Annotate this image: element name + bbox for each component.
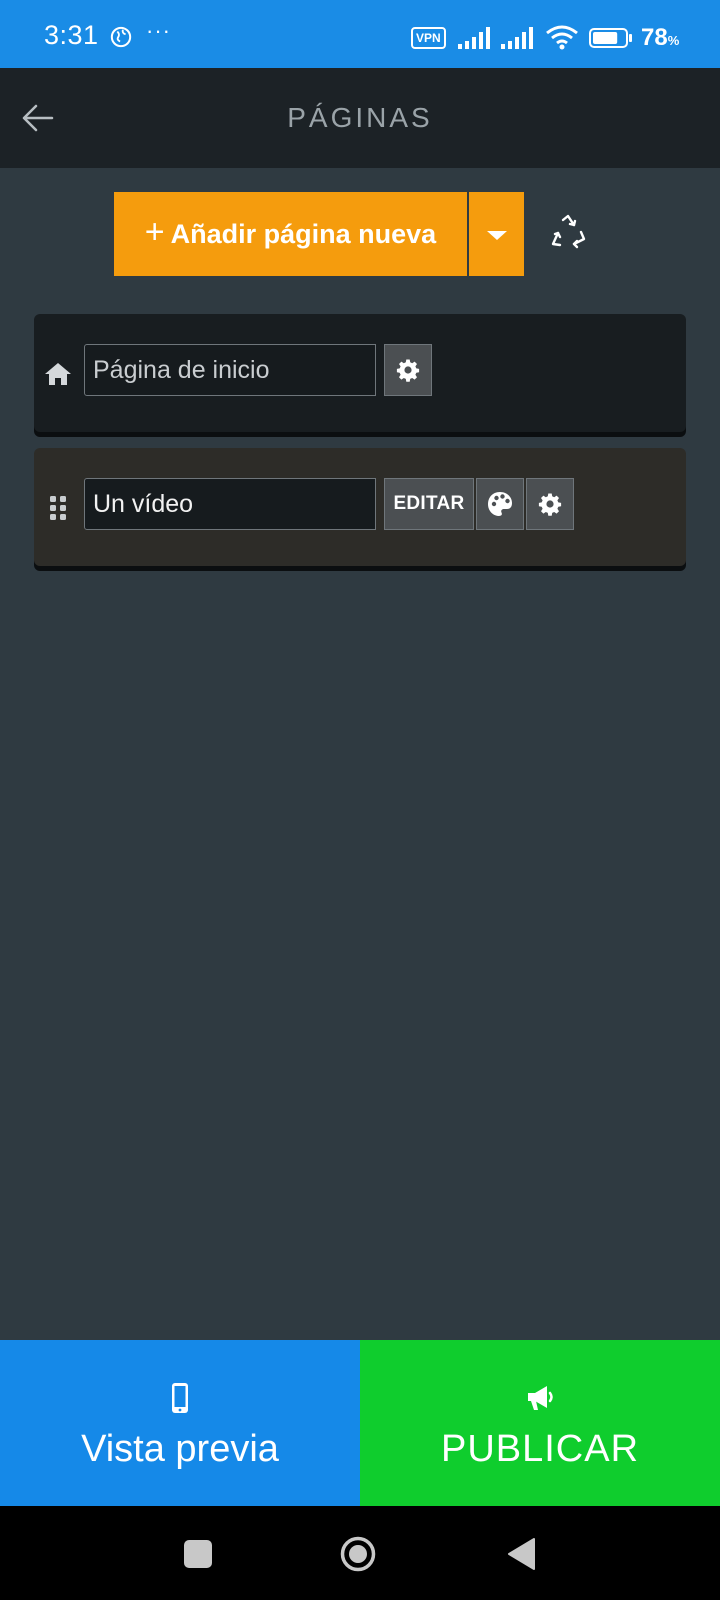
page-row-video: EDITAR [34, 448, 686, 566]
home-icon [45, 363, 71, 385]
palette-icon [488, 492, 512, 516]
page-settings-button-home[interactable] [384, 344, 432, 396]
page-style-button-video[interactable] [476, 478, 524, 530]
plus-icon: + [144, 212, 165, 251]
wifi-icon [546, 25, 578, 50]
preview-button[interactable]: Vista previa [0, 1340, 360, 1506]
page-row-home [34, 314, 686, 432]
page-settings-button-video[interactable] [526, 478, 574, 530]
phone-icon [172, 1383, 188, 1413]
back-nav-icon[interactable] [504, 1536, 540, 1572]
megaphone-icon [528, 1386, 553, 1410]
preview-label: Vista previa [81, 1428, 279, 1470]
add-page-label: Añadir página nueva [170, 218, 437, 249]
publish-label: PUBLICAR [440, 1428, 640, 1470]
page-title: PÁGINAS [287, 102, 433, 133]
battery-icon [589, 28, 632, 48]
gear-icon [538, 493, 562, 516]
add-page-button[interactable]: + Añadir página nueva [114, 192, 467, 276]
page-name-input-video[interactable] [84, 478, 376, 530]
publish-button[interactable]: PUBLICAR [360, 1340, 720, 1506]
edit-page-button[interactable]: EDITAR [384, 478, 474, 530]
home-nav-icon[interactable] [340, 1536, 376, 1572]
page-name-input-home[interactable] [84, 344, 376, 396]
globe-icon [110, 26, 132, 48]
drag-handle-icon[interactable] [44, 494, 72, 522]
add-page-dropdown-button[interactable] [469, 192, 524, 276]
recents-icon[interactable] [180, 1536, 216, 1572]
signal-icon [458, 27, 490, 49]
status-time: 3:31 [44, 20, 99, 50]
system-navigation-bar [0, 1506, 720, 1600]
signal-icon [501, 27, 533, 49]
gear-icon [396, 359, 420, 382]
vpn-badge: VPN [411, 27, 446, 49]
battery-percent: 78% [641, 24, 680, 51]
app-bar: PÁGINAS [0, 68, 720, 168]
status-bar: 3:31 ··· VPN 78% [0, 0, 720, 68]
recycle-icon[interactable] [548, 212, 588, 252]
more-notifications-icon: ··· [146, 18, 171, 43]
